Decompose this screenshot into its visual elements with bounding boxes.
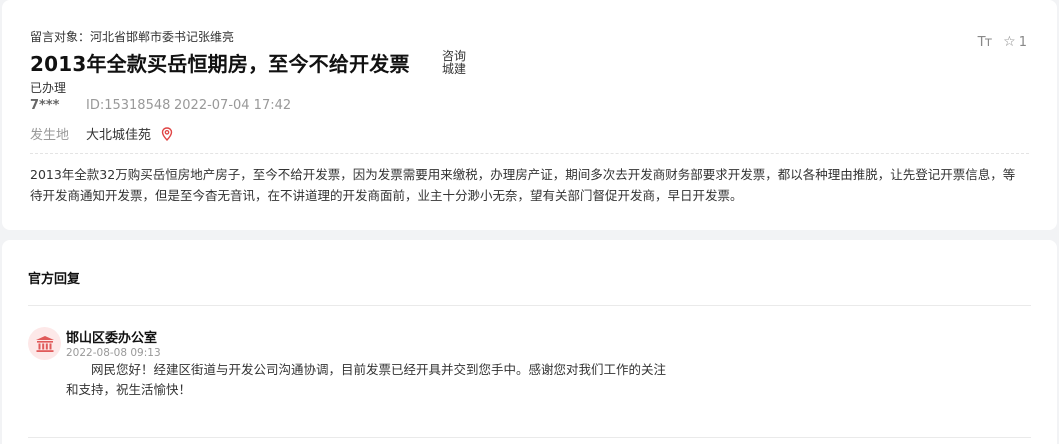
tag-domain[interactable]: 城建 — [442, 63, 466, 76]
font-size-icon[interactable]: Tт — [978, 35, 992, 50]
divider — [28, 305, 1031, 306]
star-count[interactable]: 1 — [1019, 35, 1027, 50]
message-tags: 咨询 城建 — [442, 50, 466, 76]
reply-heading: 官方回复 — [28, 272, 81, 287]
reply-department: 邯山区委办公室 — [66, 331, 158, 346]
message-target: 留言对象：河北省邯郸市委书记张维亮 — [30, 30, 235, 44]
star-icon[interactable]: ☆ — [1003, 34, 1016, 50]
message-card: 留言对象：河北省邯郸市委书记张维亮 2013年全款买岳恒期房，至今不给开发票 咨… — [2, 0, 1057, 230]
reply-text: 网民您好！经建区街道与开发公司沟通协调，目前发票已经开具并交到您手中。感谢您对我… — [66, 362, 667, 397]
map-pin-icon[interactable] — [161, 126, 173, 141]
reply-date: 2022-08-08 09:13 — [66, 347, 161, 359]
location-row: 发生地 大北城佳苑 — [30, 124, 173, 143]
message-title: 2013年全款买岳恒期房，至今不给开发票 — [30, 52, 410, 76]
status-label: 已办理 — [30, 81, 67, 95]
toolbar: Tт ☆ 1 — [978, 34, 1027, 50]
reply-card — [2, 240, 1057, 444]
avatar — [28, 327, 61, 360]
message-meta: 7*** ID:15318548 2022-07-04 17:42 — [30, 98, 291, 113]
divider — [28, 437, 1031, 438]
divider — [30, 153, 1029, 154]
message-time: 2022-07-04 17:42 — [174, 98, 292, 113]
message-content: 2013年全款32万购买岳恒房地产房子，至今不给开发票，因为发票需要用来缴税，办… — [30, 167, 1016, 203]
user-name: 7*** — [30, 98, 60, 113]
location-value: 大北城佳苑 — [86, 128, 152, 143]
government-building-icon — [35, 335, 54, 352]
message-id: ID:15318548 — [86, 98, 171, 113]
location-label: 发生地 — [30, 128, 70, 143]
